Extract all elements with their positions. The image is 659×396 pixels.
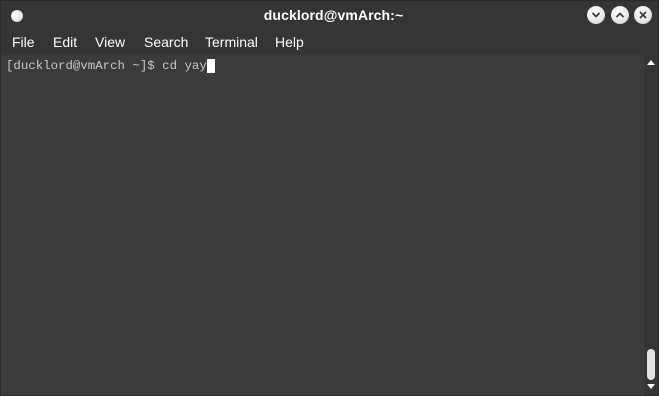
menu-terminal[interactable]: Terminal xyxy=(205,34,258,50)
chevron-down-icon xyxy=(592,12,600,18)
terminal-line: [ducklord@vmArch ~]$ cd yay xyxy=(6,59,215,73)
terminal-window: ducklord@vmArch:~ File Edit View Search … xyxy=(0,0,659,396)
terminal-area[interactable]: [ducklord@vmArch ~]$ cd yay xyxy=(1,55,644,395)
scroll-down-arrow-icon[interactable] xyxy=(647,384,655,389)
typed-command: cd yay xyxy=(162,59,207,73)
scrollbar-track[interactable] xyxy=(647,70,655,380)
menu-help[interactable]: Help xyxy=(275,34,304,50)
title-bar[interactable]: ducklord@vmArch:~ xyxy=(1,1,658,30)
scrollbar-thumb[interactable] xyxy=(647,349,655,380)
text-cursor xyxy=(206,59,215,73)
shell-prompt: [ducklord@vmArch ~]$ xyxy=(6,59,163,73)
maximize-button[interactable] xyxy=(611,6,629,24)
chevron-up-icon xyxy=(616,12,624,18)
menu-search[interactable]: Search xyxy=(144,34,188,50)
minimize-button[interactable] xyxy=(587,6,605,24)
scroll-up-arrow-icon[interactable] xyxy=(647,60,655,65)
menu-view[interactable]: View xyxy=(95,34,125,50)
menu-bar: File Edit View Search Terminal Help xyxy=(1,30,658,55)
close-icon xyxy=(639,11,647,19)
window-title: ducklord@vmArch:~ xyxy=(263,7,404,23)
close-button[interactable] xyxy=(634,6,652,24)
vertical-scrollbar[interactable] xyxy=(644,55,658,395)
menu-edit[interactable]: Edit xyxy=(53,34,77,50)
menu-file[interactable]: File xyxy=(12,34,35,50)
